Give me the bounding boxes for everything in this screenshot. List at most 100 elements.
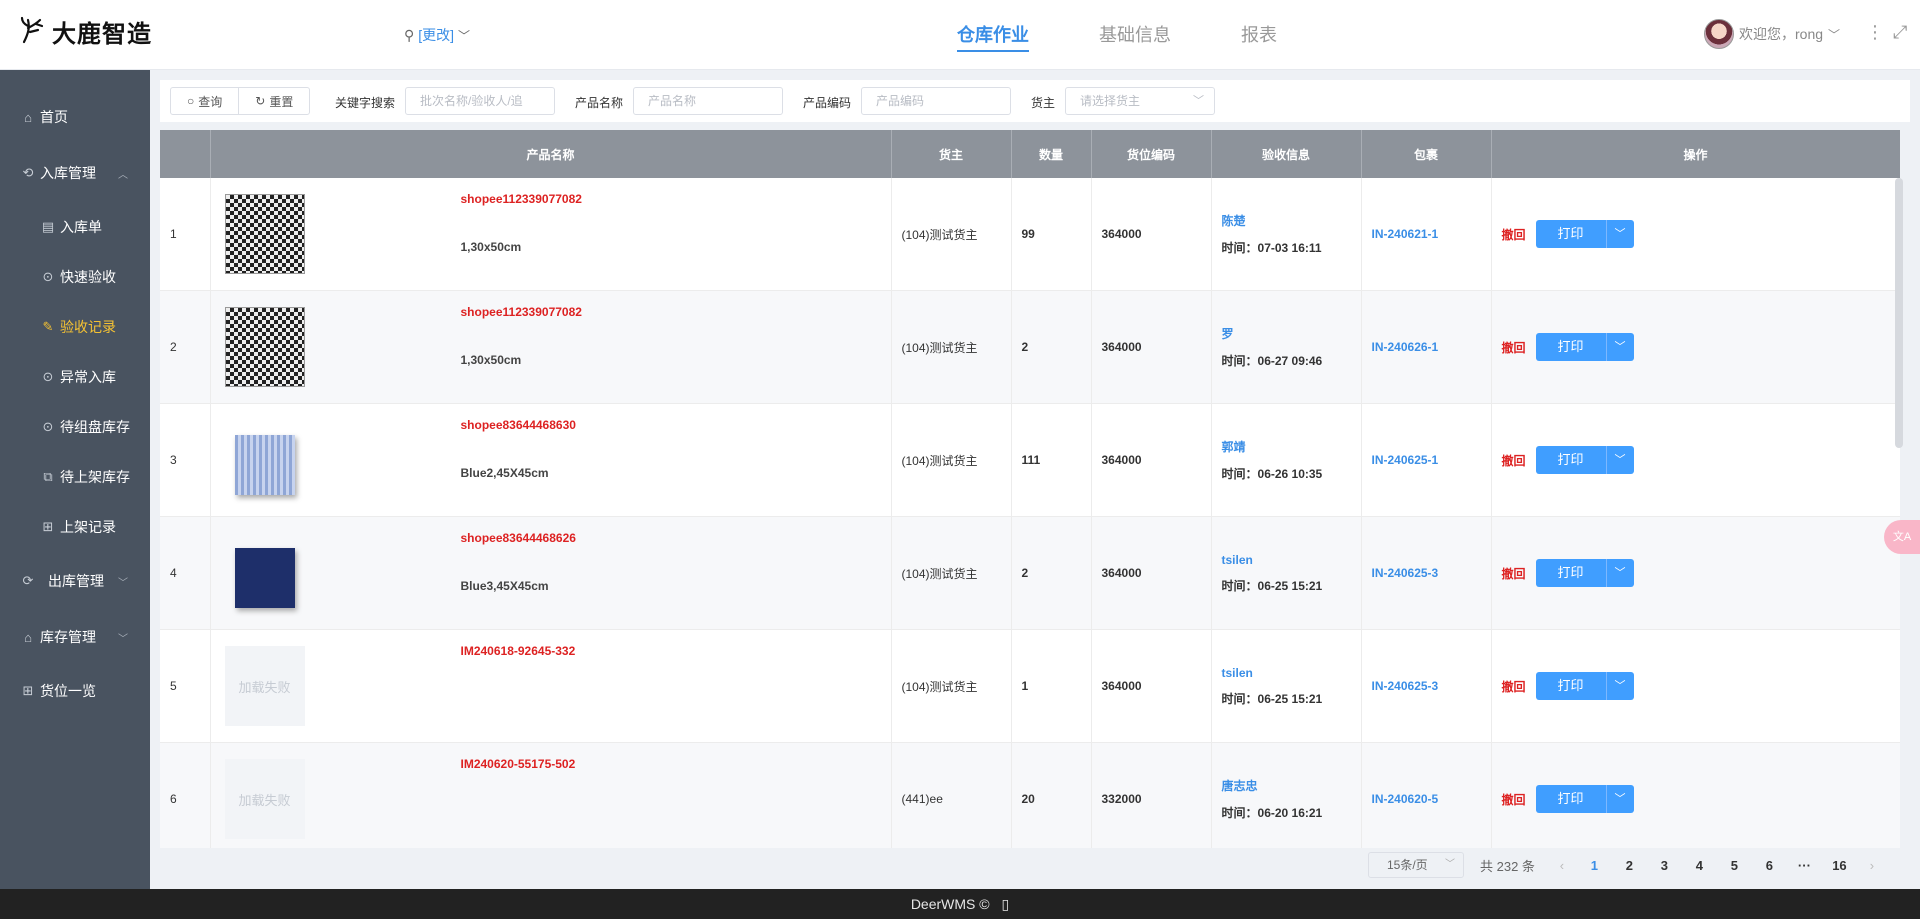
chevron-down-icon[interactable]: ﹀ — [1605, 785, 1634, 813]
sidebar-item-inbound[interactable]: ⟲ 入库管理 ︿ — [0, 158, 150, 188]
product-image[interactable] — [224, 194, 305, 274]
sidebar-item-pending-palletize[interactable]: ⊙ 待组盘库存 — [0, 412, 150, 442]
package-link[interactable]: IN-240621-1 — [1372, 227, 1439, 241]
sidebar-item-outbound[interactable]: ⟳ 出库管理 ﹀ — [0, 566, 150, 596]
product-code[interactable]: IM240618-92645-332 — [461, 644, 576, 658]
logo[interactable]: 大鹿智造 — [18, 14, 152, 48]
tab-basic-info[interactable]: 基础信息 — [1099, 21, 1171, 52]
image-load-failed[interactable]: 加载失败 — [224, 646, 305, 726]
avatar[interactable] — [1704, 19, 1734, 49]
print-button[interactable]: 打印 — [1536, 446, 1606, 474]
receiver-name[interactable]: 唐志忠 — [1222, 777, 1361, 794]
package-link[interactable]: IN-240625-1 — [1372, 453, 1439, 467]
page-number[interactable]: 16 — [1822, 858, 1857, 873]
product-code[interactable]: shopee112339077082 — [461, 192, 582, 206]
prev-page-icon[interactable]: ‹ — [1547, 858, 1577, 873]
receiver-name[interactable]: 罗 — [1222, 325, 1361, 342]
undo-button[interactable]: 撤回 — [1502, 226, 1526, 243]
mobile-icon[interactable]: ▯ — [1001, 896, 1009, 912]
sidebar-item-label: 上架记录 — [60, 519, 116, 535]
undo-button[interactable]: 撤回 — [1502, 678, 1526, 695]
sidebar-item-inbound-order[interactable]: ▤ 入库单 — [0, 212, 150, 242]
undo-button[interactable]: 撤回 — [1502, 339, 1526, 356]
keyword-search-input[interactable]: 批次名称/验收人/追 — [405, 87, 555, 115]
query-button-label: 查询 — [198, 94, 223, 109]
query-button[interactable]: ○ 查询 — [171, 88, 238, 114]
sidebar-item-receive-records[interactable]: ✎ 验收记录 — [0, 312, 150, 342]
page-number[interactable]: 2 — [1612, 858, 1647, 873]
undo-button[interactable]: 撤回 — [1502, 565, 1526, 582]
table-row[interactable]: 5 加载失败 IM240618-92645-332 (104)测试货主 1 36… — [160, 629, 1900, 743]
location-code-text: 332000 — [1101, 792, 1142, 806]
package-link[interactable]: IN-240625-3 — [1372, 679, 1439, 693]
qty-cell: 1 — [1011, 629, 1092, 743]
user-menu[interactable]: 欢迎您，rong ﹀ — [1704, 19, 1840, 49]
receiver-name[interactable]: 陈楚 — [1222, 212, 1361, 229]
more-vertical-icon[interactable]: ⋮ — [1866, 22, 1884, 43]
print-button[interactable]: 打印 — [1536, 672, 1606, 700]
table-row[interactable]: 1 shopee112339077082 1,30x50cm (104)测试货主… — [160, 178, 1900, 291]
page-number[interactable]: 3 — [1647, 858, 1682, 873]
page-size-select[interactable]: 15条/页 ﹀ — [1368, 852, 1464, 878]
chevron-down-icon[interactable]: ﹀ — [1605, 559, 1634, 587]
sidebar-item-home[interactable]: ⌂ 首页 — [0, 102, 150, 132]
page-number[interactable]: 5 — [1717, 858, 1752, 873]
actions-cell: 撤回 打印 ﹀ — [1491, 403, 1900, 517]
chevron-down-icon[interactable]: ﹀ — [1605, 220, 1634, 248]
location-change-link[interactable]: [更改] — [418, 25, 454, 45]
package-link[interactable]: IN-240620-5 — [1372, 792, 1439, 806]
package-link[interactable]: IN-240625-3 — [1372, 566, 1439, 580]
sidebar-item-quick-receive[interactable]: ⊙ 快速验收 — [0, 262, 150, 292]
sidebar-item-shelve-records[interactable]: ⊞ 上架记录 — [0, 512, 150, 542]
undo-button[interactable]: 撤回 — [1502, 791, 1526, 808]
chevron-down-icon[interactable]: ﹀ — [1605, 672, 1634, 700]
product-image[interactable] — [234, 548, 295, 608]
row-index: 3 — [160, 403, 211, 517]
page-ellipsis[interactable]: ··· — [1787, 858, 1822, 873]
undo-button[interactable]: 撤回 — [1502, 452, 1526, 469]
product-name-input[interactable]: 产品名称 — [633, 87, 783, 115]
print-button[interactable]: 打印 — [1536, 559, 1606, 587]
receive-info-cell: tsilen 时间：06-25 15:21 — [1211, 516, 1362, 630]
receiver-name[interactable]: 郭靖 — [1222, 438, 1361, 455]
product-image[interactable] — [224, 307, 305, 387]
row-index-text: 5 — [170, 679, 177, 693]
receiver-name[interactable]: tsilen — [1222, 553, 1361, 567]
sidebar-item-abnormal-inbound[interactable]: ⊙ 异常入库 — [0, 362, 150, 392]
fullscreen-icon[interactable]: ⤢ — [1893, 22, 1907, 43]
print-button[interactable]: 打印 — [1536, 333, 1606, 361]
translate-float-icon[interactable]: 文A — [1884, 520, 1920, 554]
tab-warehouse-ops[interactable]: 仓库作业 — [957, 21, 1029, 52]
chevron-down-icon[interactable]: ﹀ — [1605, 333, 1634, 361]
product-image[interactable] — [234, 435, 295, 495]
receive-time: 时间：06-26 10:35 — [1221, 467, 1323, 481]
table-row[interactable]: 2 shopee112339077082 1,30x50cm (104)测试货主… — [160, 290, 1900, 404]
reset-button[interactable]: ↻ 重置 — [238, 88, 309, 114]
next-page-icon[interactable]: › — [1857, 858, 1887, 873]
package-link[interactable]: IN-240626-1 — [1372, 340, 1439, 354]
sidebar-item-locations[interactable]: ⊞ 货位一览 — [0, 676, 150, 706]
product-code[interactable]: shopee83644468626 — [461, 531, 576, 545]
table-row[interactable]: 4 shopee83644468626 Blue3,45X45cm (104)测… — [160, 516, 1900, 630]
tab-reports[interactable]: 报表 — [1241, 21, 1277, 52]
table-row[interactable]: 6 加载失败 IM240620-55175-502 (441)ee 20 332… — [160, 742, 1900, 848]
chevron-down-icon[interactable]: ﹀ — [1605, 446, 1634, 474]
receiver-name[interactable]: tsilen — [1222, 666, 1361, 680]
product-code[interactable]: IM240620-55175-502 — [461, 757, 576, 771]
print-button[interactable]: 打印 — [1536, 785, 1606, 813]
product-code[interactable]: shopee112339077082 — [461, 305, 582, 319]
page-number[interactable]: 1 — [1577, 858, 1612, 873]
image-load-failed[interactable]: 加载失败 — [224, 759, 305, 839]
product-code[interactable]: shopee83644468630 — [461, 418, 576, 432]
page-number[interactable]: 4 — [1682, 858, 1717, 873]
owner-select[interactable]: 请选择货主 ﹀ — [1065, 87, 1215, 115]
print-button[interactable]: 打印 — [1536, 220, 1606, 248]
product-code-input[interactable]: 产品编码 — [861, 87, 1011, 115]
sidebar-item-pending-shelve[interactable]: ⧉ 待上架库存 — [0, 462, 150, 492]
page-number[interactable]: 6 — [1752, 858, 1787, 873]
table-row[interactable]: 3 shopee83644468630 Blue2,45X45cm (104)测… — [160, 403, 1900, 517]
column-header-qty: 数量 — [1011, 130, 1092, 178]
sidebar-item-stock[interactable]: ⌂ 库存管理 ﹀ — [0, 622, 150, 652]
table-scrollbar[interactable] — [1895, 178, 1903, 448]
location-selector[interactable]: ⚲ [更改] ﹀ — [404, 25, 470, 45]
